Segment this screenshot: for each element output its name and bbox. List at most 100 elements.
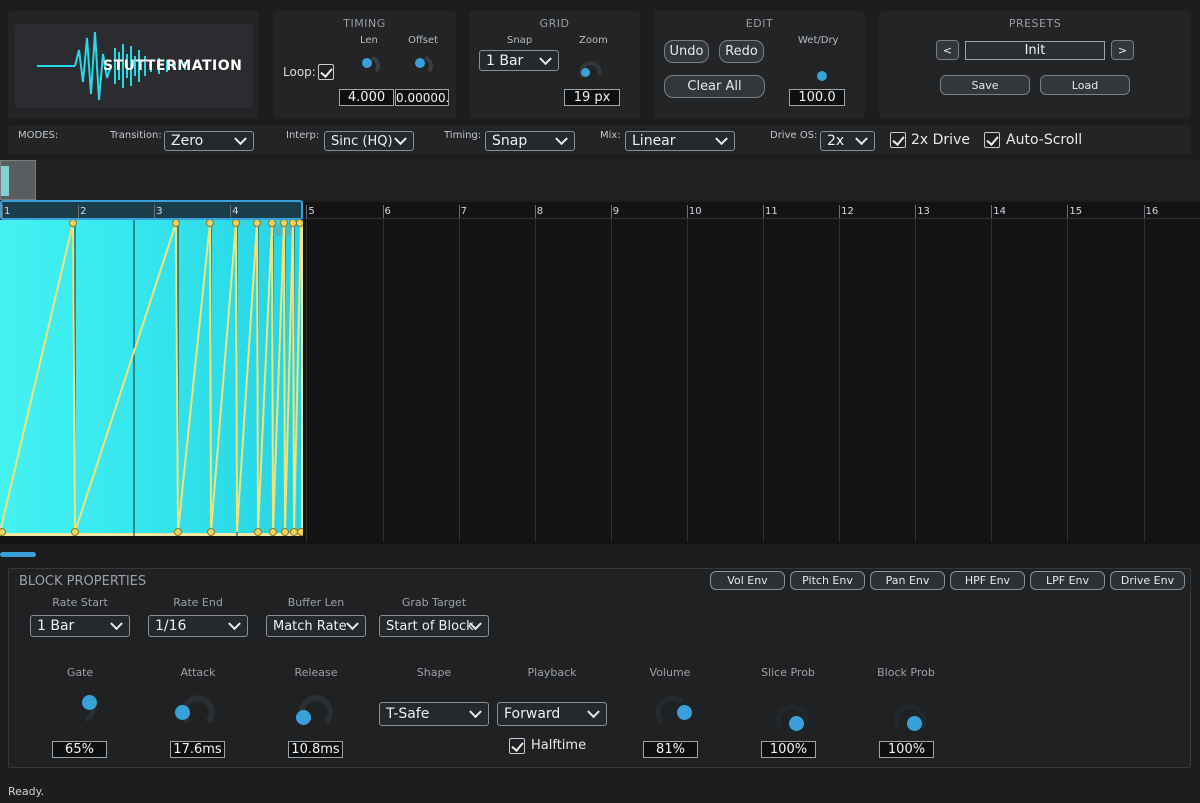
overview-block [1,166,9,196]
shape-value: T-Safe [386,706,430,722]
ruler-tick [382,205,384,218]
ruler-tick [230,205,232,218]
overview-viewport[interactable] [0,160,36,200]
preset-load-button[interactable]: Load [1040,75,1130,95]
wetdry-value[interactable]: 100.0 [789,89,845,106]
shape-dropdown[interactable]: T-Safe [379,702,489,726]
playback-dropdown[interactable]: Forward [497,702,607,726]
pitch-env-button[interactable]: Pitch Env [790,571,865,590]
zoom-value[interactable]: 19 px [564,89,620,106]
release-value[interactable]: 10.8ms [288,741,343,758]
driveos-dropdown[interactable]: 2x [820,131,875,151]
release-knob[interactable] [296,692,336,732]
autoscroll-checkbox[interactable] [984,132,1000,148]
slice-prob-knob[interactable] [774,702,810,738]
driveos-dropdown-value: 2x [827,133,845,149]
chevron-down-icon [346,617,359,631]
chevron-down-icon [228,617,241,631]
chevron-down-icon [715,132,728,146]
transition-dropdown[interactable]: Zero [164,131,254,151]
driveos-label: Drive OS: [770,130,818,141]
pan-env-button[interactable]: Pan Env [870,571,945,590]
rate-start-value: 1 Bar [37,618,75,634]
len-knob[interactable] [358,53,382,77]
chevron-down-icon [855,132,868,146]
timeline-scrollbar[interactable] [0,552,36,557]
len-value[interactable]: 4.000 [339,89,394,106]
grab-target-dropdown[interactable]: Start of Block [379,615,489,637]
zoom-knob[interactable] [579,59,603,83]
grid-panel: GRID Snap Zoom 1 Bar 19 px [469,11,640,119]
preset-prev-button[interactable]: < [936,40,959,60]
undo-button[interactable]: Undo [664,40,709,63]
loop-region-marker[interactable] [0,200,303,220]
chevron-down-icon [234,132,247,146]
ruler-tick [1143,205,1145,218]
rate-end-dropdown[interactable]: 1/16 [148,615,248,637]
overview-strip[interactable] [0,160,1200,200]
vol-env-button[interactable]: Vol Env [710,571,785,590]
playback-label: Playback [527,666,577,679]
buffer-len-label: Buffer Len [287,596,345,609]
transition-dropdown-value: Zero [171,133,204,149]
grid-line [686,218,688,542]
drive-env-button[interactable]: Drive Env [1110,571,1185,590]
preset-save-button[interactable]: Save [940,75,1030,95]
grid-line [1067,218,1069,542]
block-prob-label: Block Prob [877,666,935,679]
volume-value[interactable]: 81% [643,741,698,758]
slice-prob-value[interactable]: 100% [761,741,816,758]
clear-all-button[interactable]: Clear All [664,75,765,98]
loop-checkbox[interactable] [318,64,334,80]
block-prob-knob[interactable] [892,702,928,738]
edit-title: EDIT [745,17,774,30]
loop-label: Loop: [283,65,316,79]
lpf-env-button[interactable]: LPF Env [1030,571,1105,590]
hpf-env-button[interactable]: HPF Env [950,571,1025,590]
snap-dropdown[interactable]: 1 Bar [479,50,559,71]
grid-line [458,218,460,542]
grid-line [306,218,308,542]
rate-start-dropdown[interactable]: 1 Bar [30,615,130,637]
preset-next-button[interactable]: > [1111,40,1134,60]
block-properties-title: BLOCK PROPERTIES [19,574,147,589]
grid-line [1143,218,1145,542]
logo-area: STUTTERMATION [15,24,253,108]
ruler-tick [686,205,688,218]
ruler-tick [534,205,536,218]
buffer-len-dropdown[interactable]: Match Rate [266,615,366,637]
offset-knob[interactable] [411,53,435,77]
grid-title: GRID [539,17,570,30]
timing-mode-dropdown[interactable]: Snap [485,131,575,151]
stutter-block[interactable] [0,220,303,536]
offset-value[interactable]: 0.00000... [395,89,449,106]
edit-panel: EDIT Undo Redo Clear All Wet/Dry 100.0 [654,11,865,119]
gate-knob[interactable] [62,690,98,726]
halftime-label: Halftime [531,738,587,753]
len-label: Len [360,35,378,46]
logo-panel: STUTTERMATION [8,11,259,119]
drive2x-checkbox[interactable] [890,132,906,148]
ruler-tick [610,205,612,218]
interp-dropdown[interactable]: Sinc (HQ) [324,131,414,151]
attack-value[interactable]: 17.6ms [170,741,225,758]
wetdry-knob[interactable] [817,71,827,81]
ruler-bar-number: 16 [1145,206,1159,217]
preset-name-field[interactable]: Init [965,41,1105,60]
block-prob-value[interactable]: 100% [879,741,934,758]
ruler-tick [915,205,917,218]
halftime-checkbox[interactable] [509,738,525,754]
gate-value[interactable]: 65% [52,741,107,758]
ruler-bar-number: 1 [4,206,11,217]
volume-knob[interactable] [655,695,692,732]
redo-button[interactable]: Redo [719,40,764,63]
ruler-tick [306,205,308,218]
attack-knob[interactable] [175,692,218,732]
mix-dropdown[interactable]: Linear [625,131,735,151]
timing-mode-dropdown-value: Snap [492,133,528,149]
ruler-bar-number: 5 [308,206,315,217]
timing-panel: TIMING Len Offset Loop: 4.000 0.00000... [273,11,456,119]
gate-label: Gate [66,666,94,679]
ruler-bar-number: 3 [156,206,163,217]
ruler-tick [991,205,993,218]
